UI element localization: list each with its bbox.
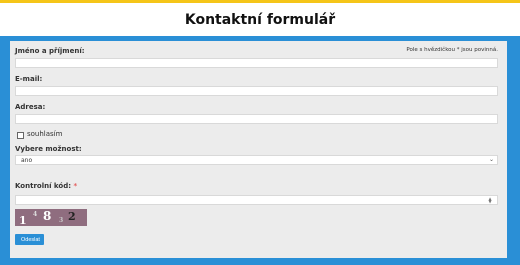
chevron-down-icon: ⌄: [488, 156, 494, 163]
captcha-char: 1: [19, 214, 27, 227]
address-label: Adresa:: [15, 103, 46, 111]
submit-button[interactable]: Odeslat: [15, 234, 44, 245]
name-field[interactable]: [15, 58, 498, 68]
required-asterisk: *: [73, 182, 78, 190]
required-fields-note: Pole s hvězdičkou * jsou povinná.: [406, 47, 498, 53]
consent-label: souhlasím: [27, 130, 63, 138]
captcha-label-text: Kontrolní kód:: [15, 182, 72, 190]
number-spinner-icon[interactable]: ▲ ▼: [487, 197, 493, 204]
select-value: ano: [21, 157, 33, 164]
top-accent-bar: [0, 0, 520, 3]
captcha-label: Kontrolní kód: *: [15, 182, 77, 190]
captcha-char: 4: [33, 211, 38, 218]
captcha-char: 3: [59, 217, 64, 224]
page-title: Kontaktní formulář: [184, 12, 336, 28]
option-select[interactable]: ano ⌄: [15, 155, 498, 165]
email-label: E-mail:: [15, 75, 43, 83]
contact-form: Pole s hvězdičkou * jsou povinná. Jméno …: [10, 41, 507, 258]
name-label: Jméno a příjmení:: [15, 47, 85, 55]
email-field[interactable]: [15, 86, 498, 96]
address-field[interactable]: [15, 114, 498, 124]
captcha-char: 8: [43, 209, 52, 223]
select-label: Vybere možnost:: [15, 145, 82, 153]
captcha-input[interactable]: ▲ ▼: [15, 195, 498, 205]
captcha-char: 2: [68, 210, 76, 223]
captcha-image: 1 4 8 3 2: [15, 209, 87, 227]
consent-checkbox[interactable]: [17, 132, 24, 139]
